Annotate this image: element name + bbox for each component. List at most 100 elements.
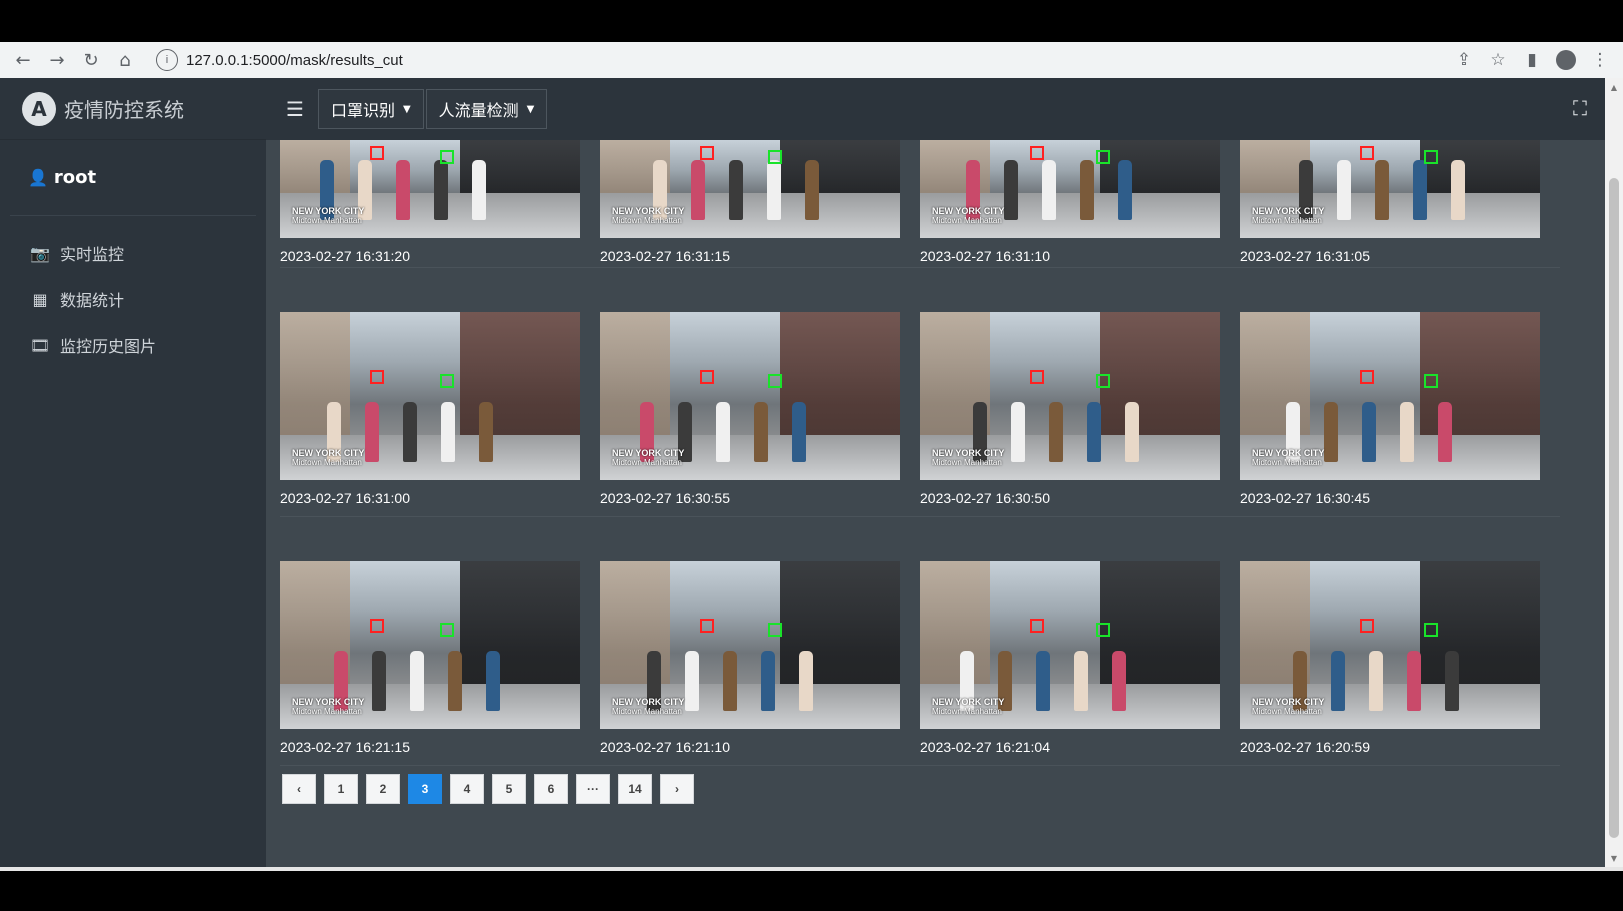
gallery-card[interactable]: NEW YORK CITY Midtown Manhattan 2023-02-27… <box>1240 561 1560 765</box>
caption-title: NEW YORK CITY <box>292 448 365 458</box>
detection-thumbnail[interactable]: NEW YORK CITY Midtown Manhattan <box>600 561 900 729</box>
gallery-card[interactable]: NEW YORK CITY Midtown Manhattan 2023-02-27… <box>1240 312 1560 516</box>
user-name: root <box>53 167 97 188</box>
video-watermark-caption: NEW YORK CITY Midtown Manhattan <box>932 697 1004 717</box>
video-watermark-caption: NEW YORK CITY Midtown Manhattan <box>932 448 1004 468</box>
page-scrollbar[interactable]: ▲ ▼ <box>1605 78 1623 867</box>
page-button[interactable]: 5 <box>492 774 526 804</box>
browser-toolbar: ← → ↻ ⌂ i 127.0.0.1:5000/mask/results_cu… <box>0 42 1623 78</box>
caption-title: NEW YORK CITY <box>932 448 1005 458</box>
reload-icon[interactable]: ↻ <box>74 43 108 77</box>
fullscreen-icon[interactable]: ⛶ <box>1573 96 1587 120</box>
detection-thumbnail[interactable]: NEW YORK CITY Midtown Manhattan <box>920 312 1220 480</box>
menu-kebab-icon[interactable]: ⋮ <box>1583 43 1617 77</box>
brand-title: 疫情防控系统 <box>64 98 184 122</box>
bookmark-star-icon[interactable]: ☆ <box>1481 43 1515 77</box>
page-button[interactable]: 6 <box>534 774 568 804</box>
next-page-chevron-icon[interactable]: › <box>660 774 694 804</box>
page-button[interactable]: 14 <box>618 774 652 804</box>
hamburger-menu-icon[interactable]: ☰ <box>286 97 304 121</box>
image-gallery: NEW YORK CITY Midtown Manhattan 2023-02-27… <box>280 140 1560 766</box>
gallery-card[interactable]: NEW YORK CITY Midtown Manhattan 2023-02-27… <box>280 312 600 516</box>
sidebar: A 疫情防控系统 👤 root 📷 实时监控 ▦ 数据统计 🎞 监控历史图片 <box>0 78 266 867</box>
capture-timestamp: 2023-02-27 16:30:45 <box>1240 490 1370 506</box>
gallery-card[interactable]: NEW YORK CITY Midtown Manhattan 2023-02-27… <box>280 561 600 765</box>
detection-thumbnail[interactable]: NEW YORK CITY Midtown Manhattan <box>600 312 900 480</box>
caption-subtitle: Midtown Manhattan <box>1252 458 1322 467</box>
dropdown-label: 口罩识别 <box>330 101 395 120</box>
crowd-detection-dropdown[interactable]: 人流量检测 ▼ <box>425 89 548 129</box>
user-icon: 👤 <box>28 168 48 187</box>
user-panel: 👤 root <box>10 140 256 216</box>
caret-down-icon: ▼ <box>526 103 535 115</box>
sidebar-item-history-images[interactable]: 🎞 监控历史图片 <box>0 322 266 368</box>
gallery-card[interactable]: NEW YORK CITY Midtown Manhattan 2023-02-27… <box>600 312 920 516</box>
camera-icon: 📷 <box>30 243 50 263</box>
caption-title: NEW YORK CITY <box>932 206 1005 216</box>
gallery-card[interactable]: NEW YORK CITY Midtown Manhattan 2023-02-27… <box>920 140 1240 267</box>
address-bar[interactable]: i 127.0.0.1:5000/mask/results_cut <box>156 46 1441 74</box>
video-watermark-caption: NEW YORK CITY Midtown Manhattan <box>612 448 684 468</box>
detection-thumbnail[interactable]: NEW YORK CITY Midtown Manhattan <box>280 561 580 729</box>
window-bottom-edge <box>0 867 1623 871</box>
video-watermark-caption: NEW YORK CITY Midtown Manhattan <box>292 697 364 717</box>
caption-title: NEW YORK CITY <box>1252 448 1325 458</box>
video-watermark-caption: NEW YORK CITY Midtown Manhattan <box>1252 206 1324 226</box>
caption-subtitle: Midtown Manhattan <box>612 458 682 467</box>
page-button[interactable]: 2 <box>366 774 400 804</box>
scrollbar-thumb[interactable] <box>1609 178 1619 838</box>
page-button[interactable]: 1 <box>324 774 358 804</box>
gallery-card[interactable]: NEW YORK CITY Midtown Manhattan 2023-02-27… <box>920 561 1240 765</box>
forward-arrow-icon[interactable]: → <box>40 43 74 77</box>
share-icon[interactable]: ⇪ <box>1447 43 1481 77</box>
sidebar-item-realtime-monitor[interactable]: 📷 实时监控 <box>0 230 266 276</box>
capture-timestamp: 2023-02-27 16:31:00 <box>280 490 410 506</box>
prev-page-chevron-icon[interactable]: ‹ <box>282 774 316 804</box>
page-button[interactable]: ··· <box>576 774 610 804</box>
back-arrow-icon[interactable]: ← <box>6 43 40 77</box>
gallery-row: NEW YORK CITY Midtown Manhattan 2023-02-27… <box>280 140 1560 268</box>
profile-icon[interactable] <box>1549 43 1583 77</box>
gallery-card[interactable]: NEW YORK CITY Midtown Manhattan 2023-02-27… <box>600 561 920 765</box>
sidebar-item-statistics[interactable]: ▦ 数据统计 <box>0 276 266 322</box>
scroll-up-arrow-icon[interactable]: ▲ <box>1605 80 1623 94</box>
caption-title: NEW YORK CITY <box>612 206 685 216</box>
detection-thumbnail[interactable]: NEW YORK CITY Midtown Manhattan <box>1240 140 1540 238</box>
detection-thumbnail[interactable]: NEW YORK CITY Midtown Manhattan <box>280 312 580 480</box>
detection-thumbnail[interactable]: NEW YORK CITY Midtown Manhattan <box>920 561 1220 729</box>
brand[interactable]: A 疫情防控系统 <box>0 78 266 140</box>
detection-thumbnail[interactable]: NEW YORK CITY Midtown Manhattan <box>1240 561 1540 729</box>
capture-timestamp: 2023-02-27 16:31:10 <box>920 248 1050 264</box>
caret-down-icon: ▼ <box>402 103 411 115</box>
caption-subtitle: Midtown Manhattan <box>292 458 362 467</box>
caption-title: NEW YORK CITY <box>1252 206 1325 216</box>
url-text: 127.0.0.1:5000/mask/results_cut <box>186 51 403 69</box>
scroll-down-arrow-icon[interactable]: ▼ <box>1605 851 1623 865</box>
detection-thumbnail[interactable]: NEW YORK CITY Midtown Manhattan <box>280 140 580 238</box>
caption-title: NEW YORK CITY <box>932 697 1005 707</box>
capture-timestamp: 2023-02-27 16:31:05 <box>1240 248 1370 264</box>
caption-subtitle: Midtown Manhattan <box>932 458 1002 467</box>
video-watermark-caption: NEW YORK CITY Midtown Manhattan <box>932 206 1004 226</box>
detection-thumbnail[interactable]: NEW YORK CITY Midtown Manhattan <box>1240 312 1540 480</box>
capture-timestamp: 2023-02-27 16:20:59 <box>1240 739 1370 755</box>
capture-timestamp: 2023-02-27 16:30:50 <box>920 490 1050 506</box>
caption-title: NEW YORK CITY <box>292 206 365 216</box>
home-icon[interactable]: ⌂ <box>108 43 142 77</box>
gallery-card[interactable]: NEW YORK CITY Midtown Manhattan 2023-02-27… <box>1240 140 1560 267</box>
main-content: ☰ 口罩识别 ▼ 人流量检测 ▼ ⛶ NEW YORK CITY Midtown … <box>266 78 1607 867</box>
pagination: ‹ 1 2 3 4 5 6 ··· 14 › <box>282 774 702 804</box>
gallery-card[interactable]: NEW YORK CITY Midtown Manhattan 2023-02-27… <box>600 140 920 267</box>
site-info-icon[interactable]: i <box>156 49 178 71</box>
side-panel-icon[interactable]: ▮ <box>1515 43 1549 77</box>
video-watermark-caption: NEW YORK CITY Midtown Manhattan <box>1252 697 1324 717</box>
mask-detection-dropdown[interactable]: 口罩识别 ▼ <box>317 89 424 129</box>
caption-subtitle: Midtown Manhattan <box>292 216 362 225</box>
detection-thumbnail[interactable]: NEW YORK CITY Midtown Manhattan <box>920 140 1220 238</box>
gallery-card[interactable]: NEW YORK CITY Midtown Manhattan 2023-02-27… <box>280 140 600 267</box>
page-button[interactable]: 3 <box>408 774 442 804</box>
detection-thumbnail[interactable]: NEW YORK CITY Midtown Manhattan <box>600 140 900 238</box>
page-button[interactable]: 4 <box>450 774 484 804</box>
video-watermark-caption: NEW YORK CITY Midtown Manhattan <box>292 206 364 226</box>
gallery-card[interactable]: NEW YORK CITY Midtown Manhattan 2023-02-27… <box>920 312 1240 516</box>
